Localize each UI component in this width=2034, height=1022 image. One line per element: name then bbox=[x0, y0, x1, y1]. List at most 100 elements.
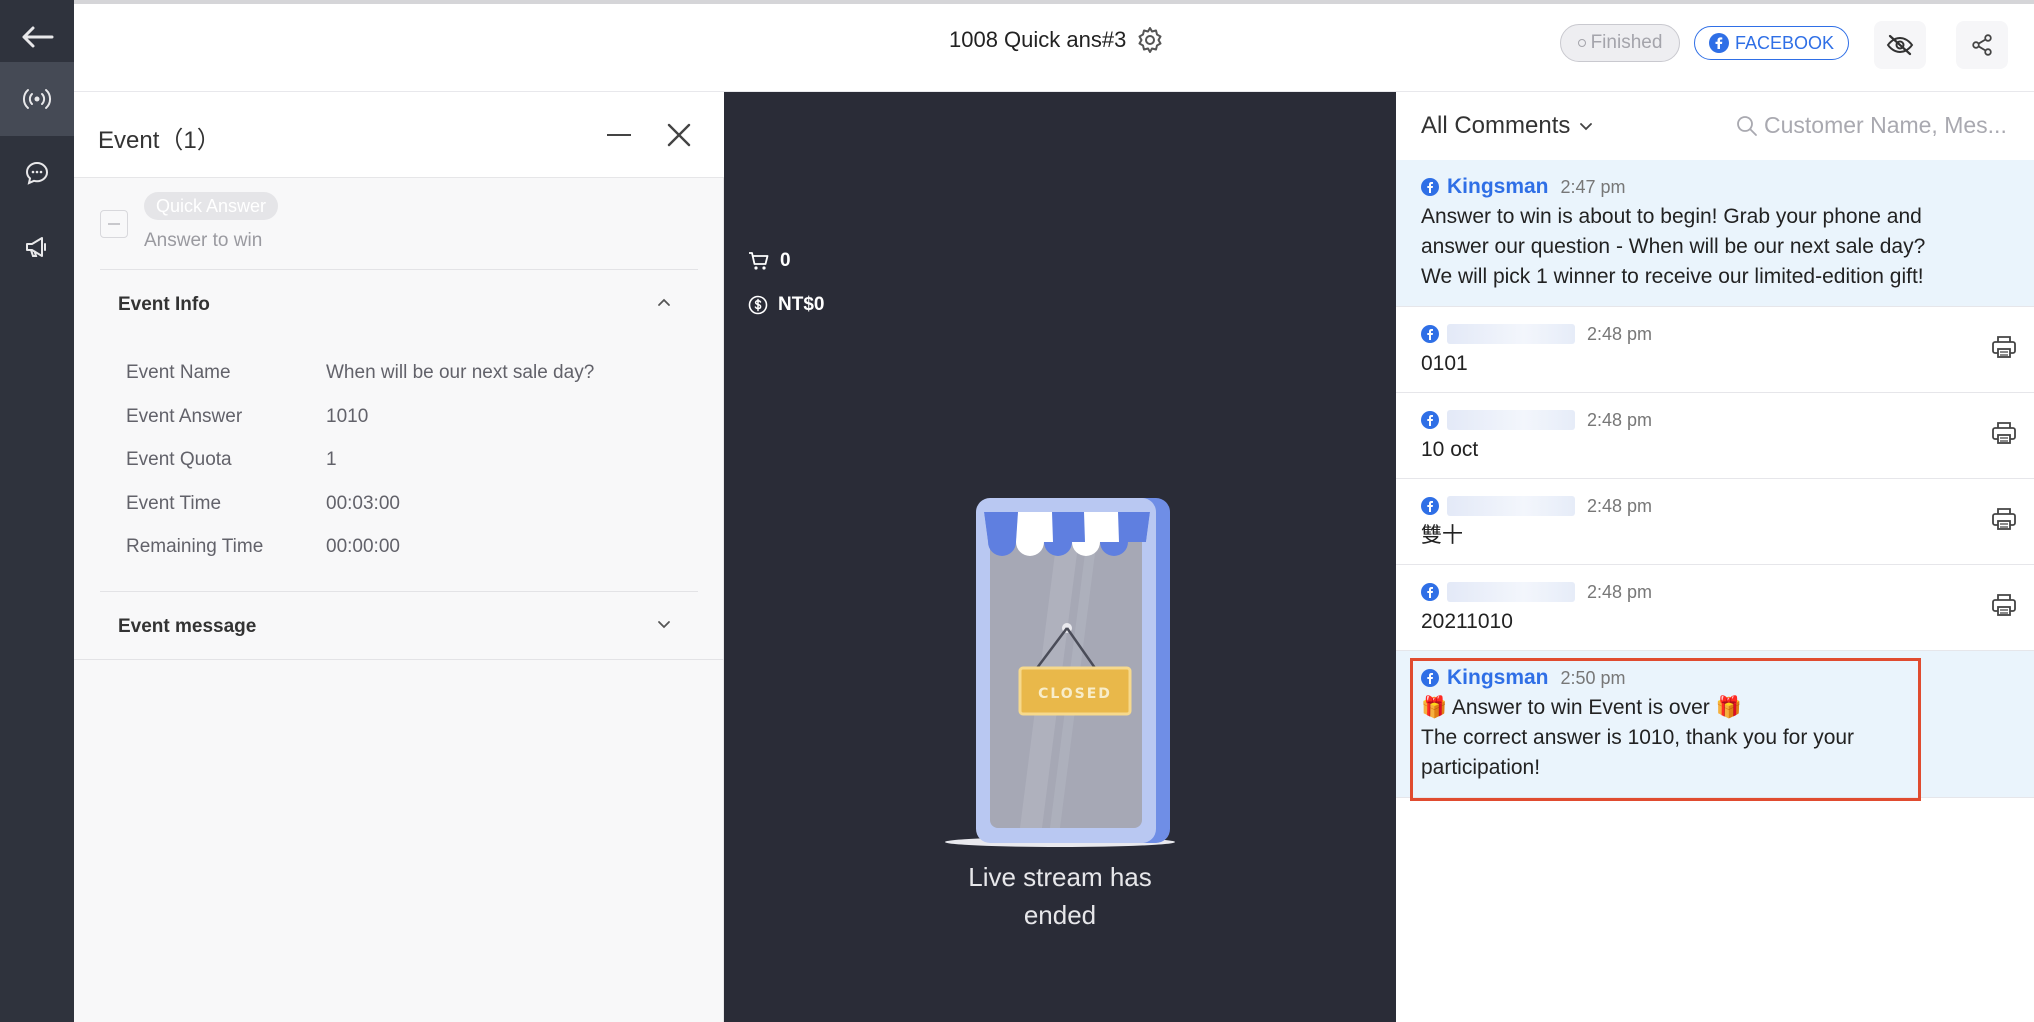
cart-stat: 0 bbox=[748, 250, 791, 272]
event-name-value: When will be our next sale day? bbox=[326, 362, 595, 383]
status-dot-icon bbox=[1577, 39, 1586, 47]
comment-author-redacted[interactable] bbox=[1447, 324, 1575, 344]
chat-bubble-icon bbox=[25, 161, 49, 185]
comment-item[interactable]: 2:48 pm 20211010 bbox=[1396, 565, 2034, 651]
stream-ended-message: Live stream has ended bbox=[724, 858, 1396, 934]
megaphone-icon bbox=[26, 237, 46, 257]
printer-icon[interactable] bbox=[1990, 591, 2018, 619]
comment-text: 20211010 bbox=[1421, 610, 1513, 633]
comment-time: 2:48 pm bbox=[1587, 495, 1653, 516]
quick-answer-checkbox[interactable] bbox=[100, 210, 128, 238]
comment-time: 2:48 pm bbox=[1587, 409, 1653, 430]
comment-author-redacted[interactable] bbox=[1447, 496, 1575, 516]
comment-text: 10 oct bbox=[1421, 438, 1479, 461]
facebook-icon bbox=[1421, 178, 1439, 196]
search-icon bbox=[1737, 115, 1757, 136]
cart-count: 0 bbox=[780, 250, 791, 271]
divider bbox=[74, 659, 724, 660]
divider bbox=[100, 269, 698, 270]
comment-author-redacted[interactable] bbox=[1447, 410, 1575, 430]
close-button[interactable] bbox=[664, 120, 694, 150]
event-time-label: Event Time bbox=[126, 493, 222, 514]
comment-line: We will pick 1 winner to receive our lim… bbox=[1421, 265, 1924, 288]
platform-badge: FACEBOOK bbox=[1694, 26, 1849, 60]
comment-time: 2:47 pm bbox=[1560, 176, 1626, 197]
share-icon bbox=[1972, 34, 1992, 56]
event-quota-label: Event Quota bbox=[126, 449, 232, 470]
comment-item[interactable]: Kingsman 2:47 pm Answer to win is about … bbox=[1396, 160, 2034, 307]
event-time-value: 00:03:00 bbox=[326, 493, 400, 514]
facebook-icon bbox=[1421, 497, 1439, 515]
comment-line: answer our question - When will be our n… bbox=[1421, 235, 1926, 258]
nav-chat[interactable] bbox=[0, 136, 74, 210]
facebook-icon bbox=[1421, 583, 1439, 601]
closed-sign-text: CLOSED bbox=[1038, 686, 1112, 702]
eye-off-icon bbox=[1886, 34, 1914, 56]
facebook-icon bbox=[1421, 325, 1439, 343]
cart-icon bbox=[749, 252, 769, 270]
comment-filter-dropdown[interactable]: All Comments bbox=[1421, 112, 1594, 140]
comments-panel: All Comments Customer Name, Mes... Kings… bbox=[1396, 92, 2034, 1022]
nav-announce[interactable] bbox=[0, 210, 74, 284]
stream-ended-line2: ended bbox=[1023, 900, 1097, 930]
comment-time: 2:48 pm bbox=[1587, 323, 1653, 344]
live-video-area: 0 NT$0 CLOSED Live stream has ended bbox=[724, 92, 1396, 1022]
quick-answer-subtitle: Answer to win bbox=[144, 230, 263, 251]
closed-store-illustration: CLOSED bbox=[945, 498, 1175, 847]
minimize-button[interactable] bbox=[604, 120, 634, 150]
remaining-time-value: 00:00:00 bbox=[326, 536, 400, 557]
comment-author[interactable]: Kingsman bbox=[1447, 175, 1549, 199]
event-panel-title: Event（1） bbox=[98, 127, 221, 154]
minus-icon bbox=[108, 223, 120, 225]
comment-item[interactable]: 2:48 pm 雙十 bbox=[1396, 479, 2034, 565]
event-quota-value: 1 bbox=[326, 449, 337, 470]
gear-icon[interactable] bbox=[1136, 26, 1164, 54]
event-message-section-toggle[interactable]: Event message bbox=[118, 616, 256, 638]
comment-time: 2:48 pm bbox=[1587, 581, 1653, 602]
platform-text: FACEBOOK bbox=[1734, 32, 1835, 53]
comment-filter-label: All Comments bbox=[1421, 112, 1571, 139]
comment-text: Answer to win is about to begin! Grab yo… bbox=[1421, 202, 2009, 292]
printer-icon[interactable] bbox=[1990, 419, 2018, 447]
close-icon bbox=[667, 123, 691, 147]
status-text: Finished bbox=[1590, 32, 1663, 53]
left-nav bbox=[0, 0, 74, 1022]
comment-text: 雙十 bbox=[1421, 524, 1463, 547]
top-header: 1008 Quick ans#3 Finished FACEBOOK bbox=[74, 0, 2034, 92]
nav-live[interactable] bbox=[0, 62, 74, 136]
event-answer-value: 1010 bbox=[326, 406, 369, 427]
broadcast-icon bbox=[22, 89, 52, 109]
chevron-down-icon bbox=[1580, 123, 1593, 131]
comment-item[interactable]: 2:48 pm 10 oct bbox=[1396, 393, 2034, 479]
event-panel: Event（1） Quick Answer Answer to win Even… bbox=[74, 92, 724, 1022]
status-badge: Finished bbox=[1560, 24, 1680, 62]
printer-icon[interactable] bbox=[1990, 333, 2018, 361]
minimize-icon bbox=[607, 134, 631, 136]
facebook-icon bbox=[1708, 33, 1729, 53]
printer-icon[interactable] bbox=[1990, 505, 2018, 533]
event-panel-header: Event（1） bbox=[74, 92, 724, 178]
stream-ended-line1: Live stream has bbox=[968, 862, 1152, 892]
search-placeholder: Customer Name, Mes... bbox=[1764, 112, 2007, 138]
comment-text: 0101 bbox=[1421, 352, 1468, 375]
share-button[interactable] bbox=[1956, 21, 2008, 69]
page-title: 1008 Quick ans#3 bbox=[949, 27, 1127, 52]
chevron-down-icon[interactable] bbox=[654, 614, 674, 634]
title-group: 1008 Quick ans#3 bbox=[949, 26, 1164, 54]
event-info-section-toggle[interactable]: Event Info bbox=[118, 294, 210, 316]
event-answer-label: Event Answer bbox=[126, 406, 243, 427]
hide-button[interactable] bbox=[1874, 21, 1926, 69]
revenue-value: NT$0 bbox=[778, 294, 825, 315]
comment-item[interactable]: 2:48 pm 0101 bbox=[1396, 307, 2034, 393]
arrow-left-icon bbox=[22, 26, 54, 48]
revenue-stat: NT$0 bbox=[748, 294, 824, 316]
quick-answer-tag: Quick Answer bbox=[144, 192, 279, 220]
event-name-label: Event Name bbox=[126, 362, 231, 383]
comment-search-input[interactable]: Customer Name, Mes... bbox=[1736, 112, 2034, 139]
comments-header: All Comments Customer Name, Mes... bbox=[1396, 92, 2034, 160]
facebook-icon bbox=[1421, 411, 1439, 429]
comment-author-redacted[interactable] bbox=[1447, 582, 1575, 602]
remaining-time-label: Remaining Time bbox=[126, 536, 264, 557]
chevron-up-icon[interactable] bbox=[654, 292, 674, 312]
divider bbox=[100, 591, 698, 592]
